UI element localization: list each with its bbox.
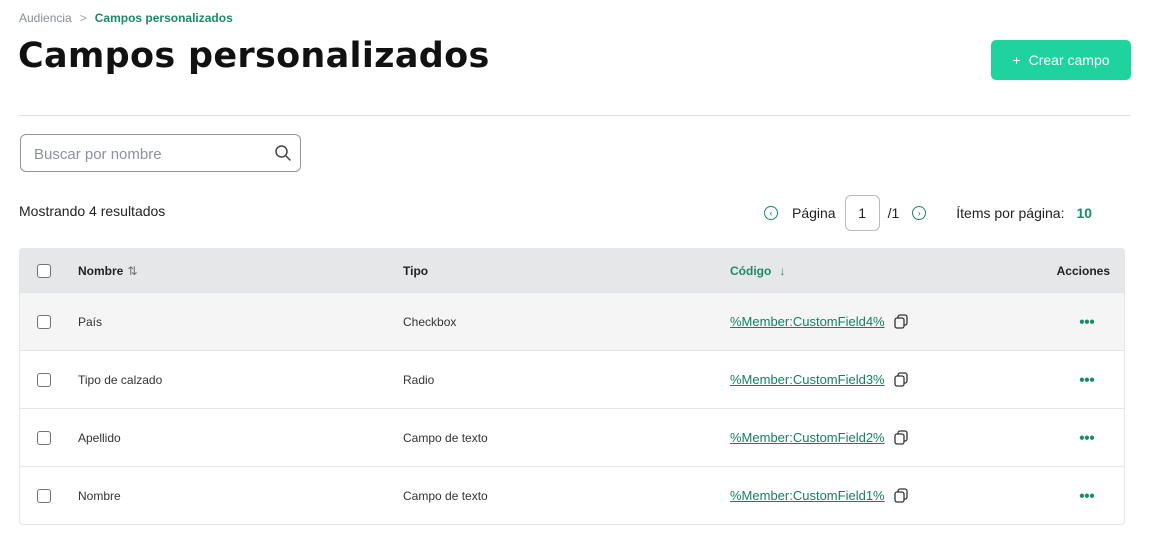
search-icon[interactable] xyxy=(274,144,292,162)
page-number-input[interactable]: 1 xyxy=(844,195,880,231)
row-checkbox[interactable] xyxy=(37,488,51,503)
more-actions-icon[interactable]: ●●● xyxy=(1079,374,1095,385)
more-actions-icon[interactable]: ●●● xyxy=(1079,490,1095,501)
plus-icon: + xyxy=(1012,52,1021,68)
results-count: Mostrando 4 resultados xyxy=(19,203,166,219)
code-link[interactable]: %Member:CustomField4% xyxy=(730,314,885,329)
create-field-label: Crear campo xyxy=(1028,52,1110,68)
header-type: Tipo xyxy=(403,263,429,278)
custom-fields-table: Nombre ⇅ Tipo Código ↓ Acciones País Check… xyxy=(19,248,1125,525)
breadcrumb-current: Campos personalizados xyxy=(94,11,233,25)
search-input[interactable] xyxy=(21,135,266,173)
row-code: %Member:CustomField4% xyxy=(730,313,909,330)
copy-icon[interactable] xyxy=(893,371,909,388)
row-code: %Member:CustomField1% xyxy=(730,487,909,504)
row-checkbox[interactable] xyxy=(37,372,51,387)
code-link[interactable]: %Member:CustomField3% xyxy=(730,372,885,387)
page-label: Página xyxy=(792,205,836,221)
items-per-page-select[interactable]: 10 xyxy=(1076,205,1092,221)
breadcrumb-separator: > xyxy=(79,11,87,25)
row-name: Apellido xyxy=(78,430,121,445)
more-actions-icon[interactable]: ●●● xyxy=(1079,432,1095,443)
select-all-checkbox[interactable] xyxy=(37,263,51,278)
page-total: /1 xyxy=(887,205,900,221)
code-link[interactable]: %Member:CustomField1% xyxy=(730,488,885,503)
sort-icon[interactable]: ⇅ xyxy=(127,264,137,278)
search-box xyxy=(20,134,301,173)
row-code: %Member:CustomField3% xyxy=(730,371,909,388)
page-title: Campos personalizados xyxy=(18,36,490,76)
row-name: Tipo de calzado xyxy=(78,372,163,387)
copy-icon[interactable] xyxy=(893,487,909,504)
header-code-label: Código xyxy=(730,263,772,278)
header-name[interactable]: Nombre ⇅ xyxy=(78,264,137,278)
row-checkbox[interactable] xyxy=(37,430,51,445)
table-row: País Checkbox %Member:CustomField4% ●●● xyxy=(20,292,1124,350)
table-row: Tipo de calzado Radio %Member:CustomFiel… xyxy=(20,350,1124,408)
header-actions: Acciones xyxy=(1056,263,1110,278)
row-type: Campo de texto xyxy=(403,430,488,445)
row-name: Nombre xyxy=(78,488,121,503)
copy-icon[interactable] xyxy=(893,313,909,330)
pagination: ‹ Página 1 /1 › Ítems por página: 10 xyxy=(764,195,1092,231)
row-type: Checkbox xyxy=(403,314,457,329)
create-field-button[interactable]: + Crear campo xyxy=(991,40,1131,80)
header-name-label: Nombre xyxy=(78,263,124,278)
breadcrumb: Audiencia > Campos personalizados xyxy=(19,11,233,25)
items-per-page-label: Ítems por página: xyxy=(956,205,1065,221)
more-actions-icon[interactable]: ●●● xyxy=(1079,316,1095,327)
table-header: Nombre ⇅ Tipo Código ↓ Acciones xyxy=(20,249,1124,292)
breadcrumb-parent[interactable]: Audiencia xyxy=(19,11,72,25)
table-row: Nombre Campo de texto %Member:CustomFiel… xyxy=(20,466,1124,524)
row-name: País xyxy=(78,314,103,329)
next-page-icon[interactable]: › xyxy=(912,206,927,220)
row-type: Campo de texto xyxy=(403,488,488,503)
copy-icon[interactable] xyxy=(893,429,909,446)
row-checkbox[interactable] xyxy=(37,314,51,329)
code-link[interactable]: %Member:CustomField2% xyxy=(730,430,885,445)
table-row: Apellido Campo de texto %Member:CustomFi… xyxy=(20,408,1124,466)
previous-page-icon[interactable]: ‹ xyxy=(764,206,778,220)
header-code[interactable]: Código ↓ xyxy=(730,264,785,278)
sort-down-icon[interactable]: ↓ xyxy=(779,264,785,278)
row-code: %Member:CustomField2% xyxy=(730,429,909,446)
row-type: Radio xyxy=(403,372,435,387)
divider xyxy=(19,115,1131,116)
